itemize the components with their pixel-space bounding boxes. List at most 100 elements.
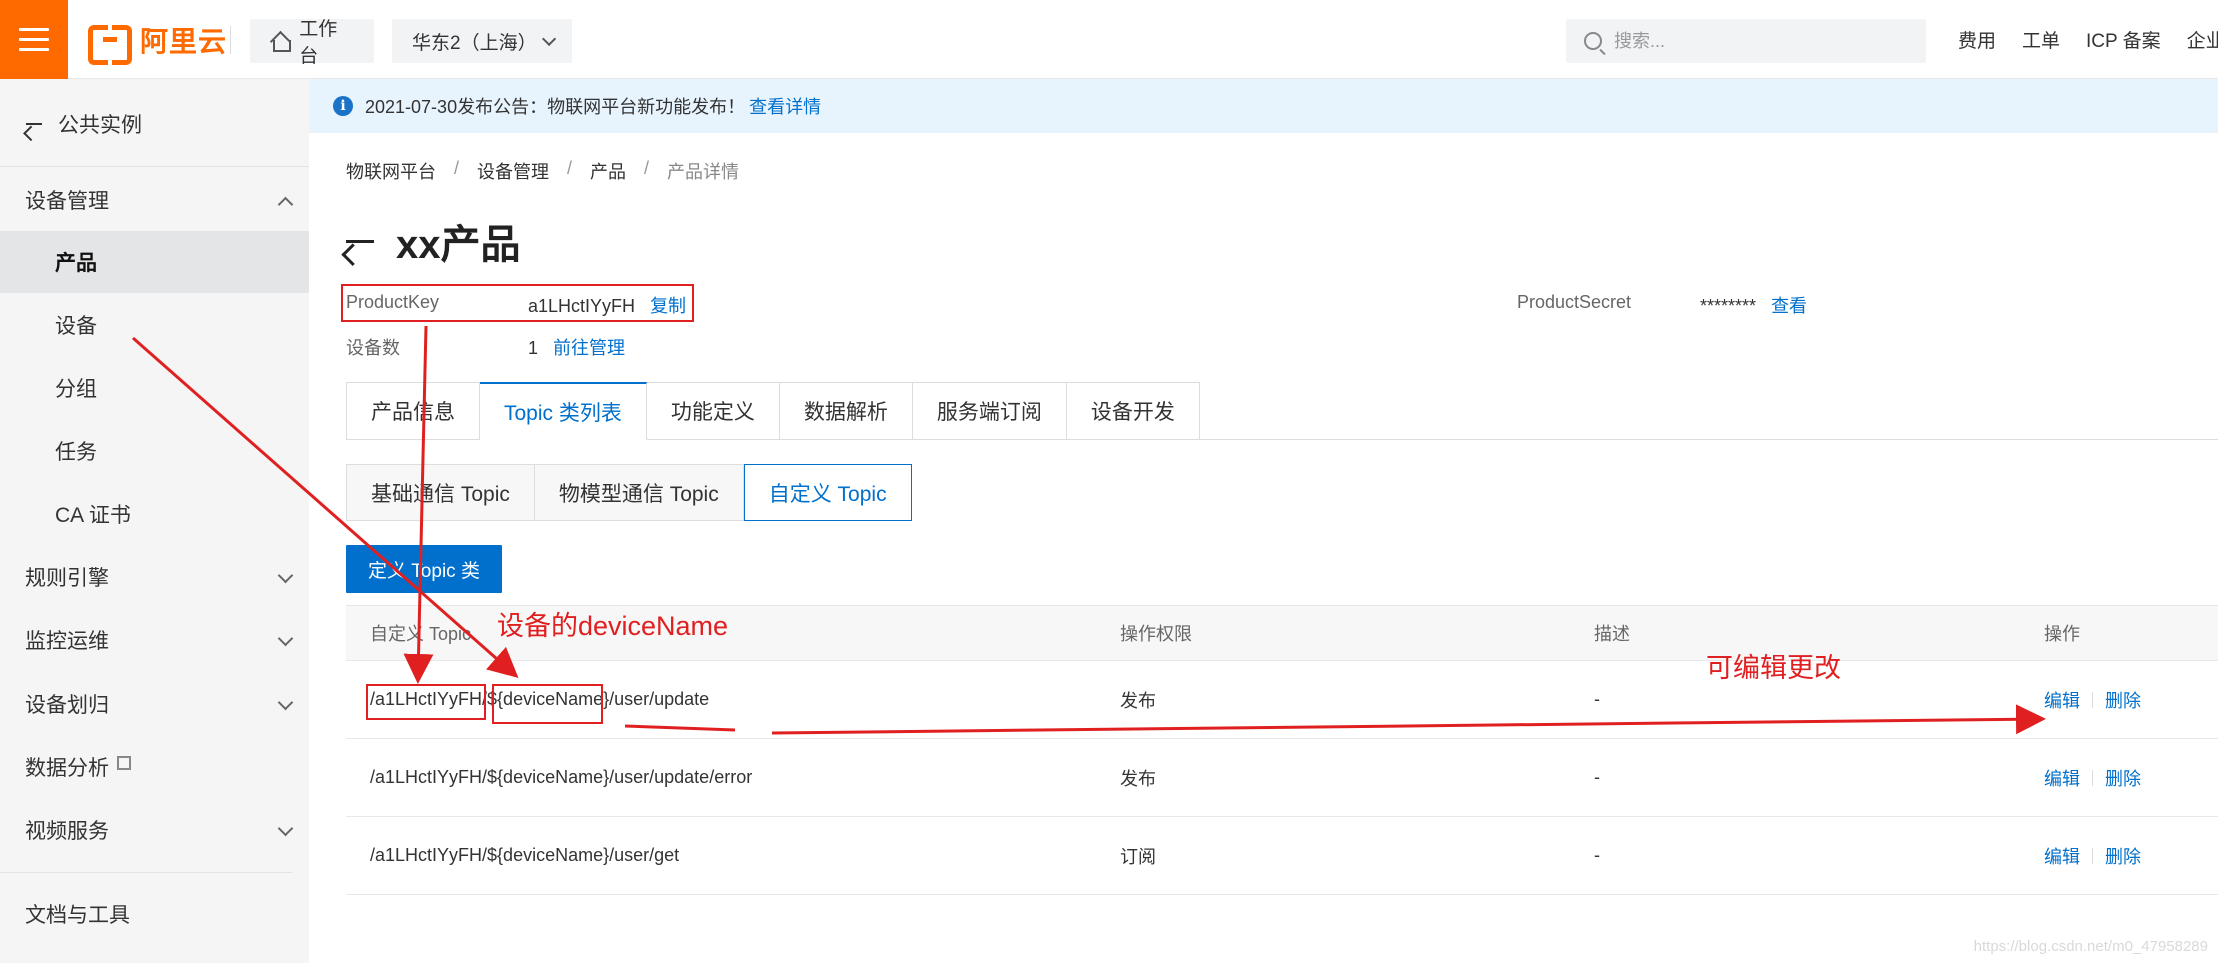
action-divider (2092, 847, 2093, 864)
product-secret-value: ******** (1700, 296, 1757, 316)
edit-link[interactable]: 编辑 (2044, 843, 2080, 869)
permission-cell: 发布 (1120, 768, 1156, 789)
sidebar-item-label: 任务 (55, 441, 97, 464)
topic-cell: /a1LHctIYyFH/${deviceName}/user/update (370, 689, 710, 709)
sidebar-item-label: 产品 (55, 252, 97, 275)
breadcrumb: 物联网平台 / 设备管理 / 产品 / 产品详情 (346, 158, 739, 184)
actions-cell: 编辑 删除 (2044, 817, 2141, 894)
tab-device-development[interactable]: 设备开发 (1066, 382, 1200, 440)
page-header: xx产品 (346, 212, 521, 270)
chevron-up-icon (277, 196, 294, 213)
subtab-basic-topic[interactable]: 基础通信 Topic (346, 464, 535, 521)
tab-server-subscription[interactable]: 服务端订阅 (912, 382, 1067, 440)
actions-cell: 编辑 删除 (2044, 739, 2141, 816)
breadcrumb-item[interactable]: 物联网平台 (346, 158, 436, 184)
action-divider (2092, 691, 2093, 708)
sidebar-item-label: CA 证书 (55, 504, 131, 527)
manage-devices-link[interactable]: 前往管理 (553, 338, 625, 358)
breadcrumb-separator: / (567, 158, 573, 178)
device-count-label: 设备数 (346, 334, 400, 360)
permission-cell: 发布 (1120, 690, 1156, 711)
announcement-text: 2021-07-30发布公告：物联网平台新功能发布！ (365, 97, 746, 117)
sidebar-item-data-analysis[interactable]: 数据分析 (0, 736, 309, 798)
permission-cell: 订阅 (1120, 846, 1156, 867)
workbench-button[interactable]: 工作台 (250, 19, 374, 67)
tab-data-parsing[interactable]: 数据解析 (779, 382, 913, 440)
chevron-down-icon (542, 31, 557, 46)
delete-link[interactable]: 删除 (2105, 687, 2141, 713)
top-link-fees[interactable]: 费用 (1958, 26, 1996, 53)
subtab-tsl-topic[interactable]: 物模型通信 Topic (534, 464, 744, 521)
back-to-instance[interactable]: 公共实例 (26, 109, 142, 139)
sidebar-item-products[interactable]: 产品 (0, 231, 309, 293)
search-box[interactable] (1566, 19, 1926, 63)
announcement-details-link[interactable]: 查看详情 (749, 93, 821, 119)
topic-table: 自定义 Topic 操作权限 描述 操作 /a1LHctIYyFH/${devi… (346, 605, 2218, 895)
sidebar-item-monitoring[interactable]: 监控运维 (0, 609, 309, 671)
edit-link[interactable]: 编辑 (2044, 687, 2080, 713)
sidebar-item-devices[interactable]: 设备 (0, 294, 309, 356)
subtab-custom-topic[interactable]: 自定义 Topic (743, 464, 912, 521)
delete-link[interactable]: 删除 (2105, 843, 2141, 869)
actions-cell: 编辑 删除 (2044, 661, 2141, 738)
sidebar-item-label: 设备划归 (25, 694, 109, 717)
sidebar: 公共实例 设备管理 产品 设备 分组 任务 CA 证书 规则引擎 监控运维 设备… (0, 79, 309, 963)
top-link-tickets[interactable]: 工单 (2022, 26, 2060, 53)
breadcrumb-item[interactable]: 设备管理 (477, 158, 549, 184)
sidebar-item-device-management[interactable]: 设备管理 (0, 169, 309, 231)
edit-link[interactable]: 编辑 (2044, 765, 2080, 791)
sidebar-item-device-assign[interactable]: 设备划归 (0, 673, 309, 735)
description-cell: - (1594, 767, 1600, 787)
sidebar-item-tasks[interactable]: 任务 (0, 420, 309, 482)
copy-link[interactable]: 复制 (650, 296, 686, 316)
top-links: 费用 工单 ICP 备案 企业 (1958, 0, 2218, 79)
sidebar-item-label: 规则引擎 (25, 567, 109, 590)
top-link-icp[interactable]: ICP 备案 (2086, 26, 2161, 53)
device-count-label-text: 设备数 (346, 338, 400, 358)
annotation-editable-note: 可编辑更改 (1706, 653, 1841, 683)
delete-link[interactable]: 删除 (2105, 765, 2141, 791)
home-icon (270, 32, 292, 52)
description-cell: - (1594, 689, 1600, 709)
region-selector[interactable]: 华东2（上海） (392, 19, 572, 63)
sidebar-item-label: 监控运维 (25, 630, 109, 653)
sidebar-item-label: 文档与工具 (25, 904, 130, 927)
table-row: /a1LHctIYyFH/${deviceName}/user/get 订阅 -… (346, 817, 2218, 895)
breadcrumb-current: 产品详情 (667, 162, 740, 182)
sidebar-divider (0, 872, 292, 873)
search-input[interactable] (1614, 30, 1894, 52)
sidebar-item-docs-tools[interactable]: 文档与工具 (0, 883, 309, 945)
define-topic-button[interactable]: 定义 Topic 类 (346, 545, 502, 593)
product-key-value: a1LHctIYyFH (528, 296, 636, 316)
sidebar-item-video-service[interactable]: 视频服务 (0, 799, 309, 861)
view-secret-link[interactable]: 查看 (1771, 296, 1807, 316)
region-label: 华东2（上海） (412, 32, 537, 54)
logo-text: 阿里云 (140, 26, 228, 57)
back-arrow-icon[interactable] (346, 239, 374, 243)
top-link-enterprise[interactable]: 企业 (2187, 26, 2218, 53)
topic-cell: /a1LHctIYyFH/${deviceName}/user/get (370, 845, 680, 865)
table-row: /a1LHctIYyFH/${deviceName}/user/update 发… (346, 661, 2218, 739)
product-key-label-text: ProductKey (346, 292, 440, 312)
tab-product-info[interactable]: 产品信息 (346, 382, 480, 440)
sidebar-divider (0, 166, 309, 167)
tab-function-definition[interactable]: 功能定义 (646, 382, 780, 440)
logo-divider (230, 26, 231, 54)
column-header-permission: 操作权限 (1120, 624, 1192, 644)
chevron-down-icon (277, 630, 294, 647)
chevron-down-icon (277, 694, 294, 711)
topic-cell: /a1LHctIYyFH/${deviceName}/user/update/e… (370, 767, 753, 787)
product-secret-label: ProductSecret (1517, 292, 1631, 313)
sidebar-item-ca-cert[interactable]: CA 证书 (0, 483, 309, 545)
breadcrumb-item[interactable]: 产品 (590, 158, 626, 184)
sidebar-item-rules-engine[interactable]: 规则引擎 (0, 546, 309, 608)
aliyun-logo[interactable]: 阿里云 (88, 22, 228, 65)
breadcrumb-separator: / (644, 158, 650, 178)
product-secret-label-text: ProductSecret (1517, 292, 1632, 312)
sidebar-item-groups[interactable]: 分组 (0, 357, 309, 419)
sidebar-item-label: 分组 (55, 378, 97, 401)
tab-topic-list[interactable]: Topic 类列表 (480, 382, 647, 440)
top-bar: 阿里云 工作台 华东2（上海） 费用 工单 ICP 备案 企业 (0, 0, 2218, 79)
hamburger-menu-icon[interactable] (0, 0, 68, 79)
device-count-row: 1 前往管理 (528, 334, 625, 360)
